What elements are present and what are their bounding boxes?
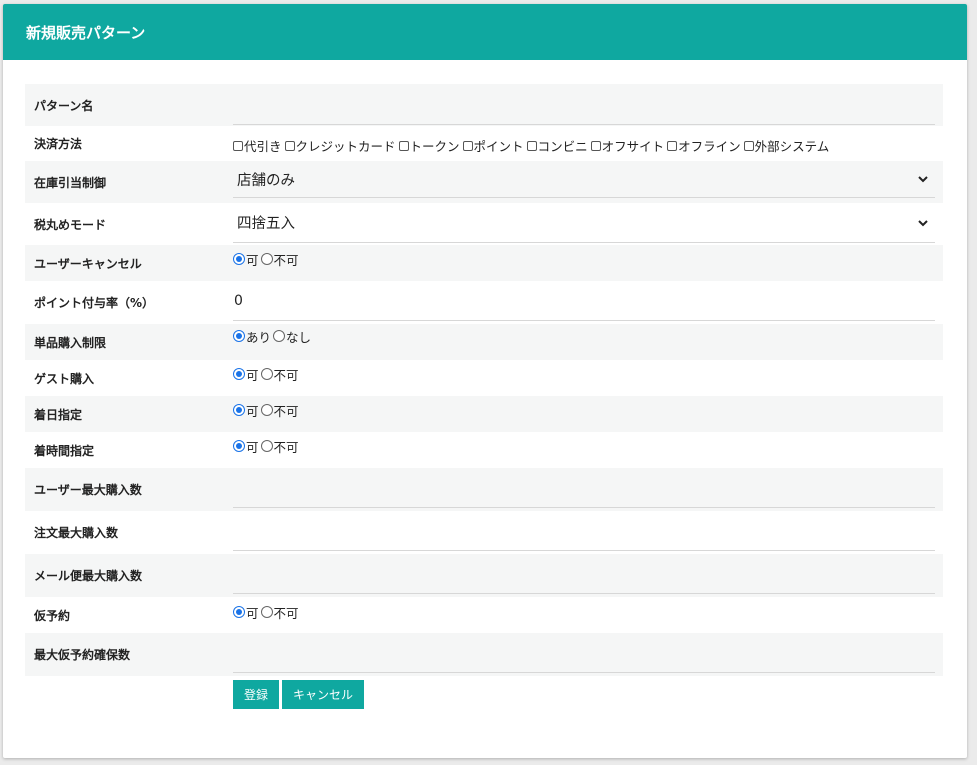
tax-select[interactable]: 四捨五入 bbox=[233, 203, 935, 243]
point-rate-input[interactable]: 0 bbox=[233, 281, 935, 321]
mail-max-input[interactable] bbox=[233, 554, 935, 594]
payment-option[interactable]: トークン bbox=[398, 136, 460, 155]
radio-option[interactable]: 可 bbox=[233, 365, 259, 384]
reservation-label: 仮予約 bbox=[34, 608, 71, 623]
user-max-input[interactable] bbox=[233, 468, 935, 508]
payment-option[interactable]: クレジットカード bbox=[284, 136, 396, 155]
payment-option[interactable]: ポイント bbox=[462, 136, 524, 155]
cancel-button[interactable]: キャンセル bbox=[282, 680, 364, 709]
panel-header: 新規販売パターン bbox=[3, 4, 967, 60]
checkbox[interactable] bbox=[398, 140, 409, 151]
pattern-name-label: パターン名 bbox=[34, 98, 94, 113]
radio-option[interactable]: 可 bbox=[233, 250, 259, 269]
button-row: 登録 キャンセル bbox=[25, 676, 943, 716]
form-panel: 新規販売パターン パターン名 決済方法 代引き クレジットカード トークン ポイ… bbox=[3, 4, 967, 758]
radio-option[interactable]: 可 bbox=[233, 437, 259, 456]
user-cancel-label: ユーザーキャンセル bbox=[34, 256, 142, 271]
row-order-max: 注文最大購入数 bbox=[25, 511, 943, 554]
radio-option[interactable]: 可 bbox=[233, 603, 259, 622]
radio[interactable] bbox=[273, 330, 286, 342]
payment-label: 決済方法 bbox=[34, 137, 83, 151]
checkbox[interactable] bbox=[284, 140, 295, 151]
row-single-limit: 単品購入制限 あり なし bbox=[25, 324, 943, 360]
row-max-reservation: 最大仮予約確保数 bbox=[25, 633, 943, 676]
row-reservation: 仮予約 可 不可 bbox=[25, 597, 943, 633]
payment-options: 代引き クレジットカード トークン ポイント コンビニ オフサイト オフライン … bbox=[233, 136, 832, 155]
radio-selected[interactable] bbox=[233, 253, 245, 265]
payment-option[interactable]: オフサイト bbox=[590, 136, 664, 155]
guest-options: 可 不可 bbox=[233, 360, 301, 388]
single-limit-options: あり なし bbox=[233, 324, 313, 348]
row-guest: ゲスト購入 可 不可 bbox=[25, 360, 943, 396]
radio-option[interactable]: 不可 bbox=[260, 603, 299, 622]
checkbox[interactable] bbox=[743, 140, 754, 151]
radio-selected[interactable] bbox=[233, 440, 245, 452]
chevron-down-icon bbox=[918, 176, 928, 183]
row-mail-max: メール便最大購入数 bbox=[25, 554, 943, 597]
guest-label: ゲスト購入 bbox=[34, 371, 95, 386]
single-limit-label: 単品購入制限 bbox=[34, 335, 107, 350]
radio-option[interactable]: 不可 bbox=[260, 437, 299, 456]
radio[interactable] bbox=[260, 440, 273, 452]
radio-selected[interactable] bbox=[233, 404, 245, 416]
order-max-label: 注文最大購入数 bbox=[34, 526, 119, 540]
row-arrival-date: 着日指定 可 不可 bbox=[25, 396, 943, 432]
payment-option[interactable]: コンビニ bbox=[526, 136, 588, 155]
page-title: 新規販売パターン bbox=[26, 23, 146, 42]
max-reservation-label: 最大仮予約確保数 bbox=[34, 648, 131, 662]
row-user-max: ユーザー最大購入数 bbox=[25, 468, 943, 511]
arrival-time-label: 着時間指定 bbox=[34, 443, 95, 458]
radio-selected[interactable] bbox=[233, 606, 245, 618]
max-reservation-input[interactable] bbox=[233, 633, 935, 673]
pattern-form: パターン名 決済方法 代引き クレジットカード トークン ポイント コンビニ オ… bbox=[25, 84, 943, 716]
checkbox[interactable] bbox=[526, 140, 537, 151]
point-rate-label: ポイント付与率（%） bbox=[34, 296, 155, 310]
radio-option[interactable]: なし bbox=[273, 327, 311, 346]
checkbox[interactable] bbox=[667, 140, 678, 151]
arrival-date-options: 可 不可 bbox=[233, 396, 301, 424]
row-user-cancel: ユーザーキャンセル 可 不可 bbox=[25, 245, 943, 281]
stock-select[interactable]: 店舗のみ bbox=[233, 161, 935, 198]
radio[interactable] bbox=[260, 368, 273, 380]
reservation-options: 可 不可 bbox=[233, 597, 301, 627]
payment-option[interactable]: 外部システム bbox=[743, 136, 829, 155]
radio-option[interactable]: 不可 bbox=[260, 365, 299, 384]
arrival-time-options: 可 不可 bbox=[233, 432, 301, 460]
chevron-down-icon bbox=[918, 219, 928, 226]
checkbox[interactable] bbox=[233, 140, 243, 151]
row-stock: 在庫引当制御 店舗のみ bbox=[25, 161, 943, 203]
user-cancel-options: 可 不可 bbox=[233, 245, 301, 273]
order-max-input[interactable] bbox=[233, 511, 935, 551]
tax-label: 税丸めモード bbox=[34, 217, 107, 232]
row-point-rate: ポイント付与率（%） 0 bbox=[25, 281, 943, 324]
payment-option[interactable]: 代引き bbox=[233, 136, 282, 155]
row-arrival-time: 着時間指定 可 不可 bbox=[25, 432, 943, 468]
radio[interactable] bbox=[260, 253, 273, 265]
radio-option[interactable]: 不可 bbox=[260, 401, 299, 420]
radio-option[interactable]: あり bbox=[233, 327, 271, 346]
user-max-label: ユーザー最大購入数 bbox=[34, 483, 142, 497]
checkbox[interactable] bbox=[590, 140, 601, 151]
radio-selected[interactable] bbox=[233, 368, 245, 380]
payment-option[interactable]: オフライン bbox=[667, 136, 741, 155]
row-payment: 決済方法 代引き クレジットカード トークン ポイント コンビニ オフサイト オ… bbox=[25, 126, 943, 161]
row-tax: 税丸めモード 四捨五入 bbox=[25, 203, 943, 245]
radio-option[interactable]: 可 bbox=[233, 401, 259, 420]
row-pattern-name: パターン名 bbox=[25, 84, 943, 126]
radio-selected[interactable] bbox=[233, 330, 245, 342]
register-button[interactable]: 登録 bbox=[233, 680, 279, 709]
mail-max-label: メール便最大購入数 bbox=[34, 569, 143, 583]
pattern-name-input[interactable] bbox=[233, 84, 935, 125]
checkbox[interactable] bbox=[462, 140, 473, 151]
radio-option[interactable]: 不可 bbox=[260, 250, 299, 269]
radio[interactable] bbox=[260, 404, 273, 416]
arrival-date-label: 着日指定 bbox=[34, 407, 83, 422]
radio[interactable] bbox=[260, 606, 273, 618]
stock-label: 在庫引当制御 bbox=[34, 175, 107, 190]
